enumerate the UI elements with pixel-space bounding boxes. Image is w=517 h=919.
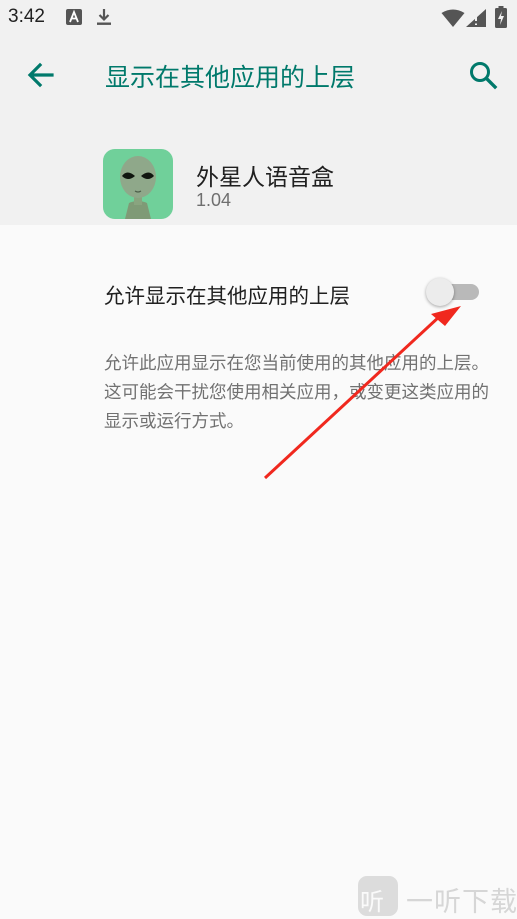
watermark-logo: 听 xyxy=(358,876,398,916)
search-icon xyxy=(470,62,498,90)
alien-app-icon xyxy=(103,149,173,219)
app-name: 外星人语音盒 xyxy=(196,165,334,191)
watermark-glyph: 听 xyxy=(360,888,384,916)
permission-toggle[interactable] xyxy=(426,278,454,306)
download-icon xyxy=(96,8,112,30)
keyboard-a-icon xyxy=(66,9,82,29)
app-version: 1.04 xyxy=(196,190,232,210)
page-title: 显示在其他应用的上层 xyxy=(105,63,356,92)
search-button[interactable] xyxy=(464,56,502,94)
app-bar: 显示在其他应用的上层 xyxy=(0,36,517,114)
watermark-text: 一听下载 xyxy=(406,887,517,918)
setting-label: 允许显示在其他应用的上层 xyxy=(104,284,350,308)
watermark: 听 一听下载 xyxy=(358,876,517,918)
status-time: 3:42 xyxy=(8,6,45,27)
status-bar: 3:42 xyxy=(0,0,517,36)
signal-icon xyxy=(466,9,486,31)
permission-setting-row[interactable]: 允许显示在其他应用的上层 xyxy=(0,258,517,328)
app-header: 外星人语音盒 1.04 xyxy=(0,114,517,225)
wifi-icon xyxy=(441,9,465,31)
arrow-left-icon xyxy=(27,62,54,88)
setting-description: 允许此应用显示在您当前使用的其他应用的上层。这可能会干扰您使用相关应用，或变更这… xyxy=(104,354,489,432)
battery-charging-icon xyxy=(495,6,507,32)
back-button[interactable] xyxy=(22,55,62,95)
